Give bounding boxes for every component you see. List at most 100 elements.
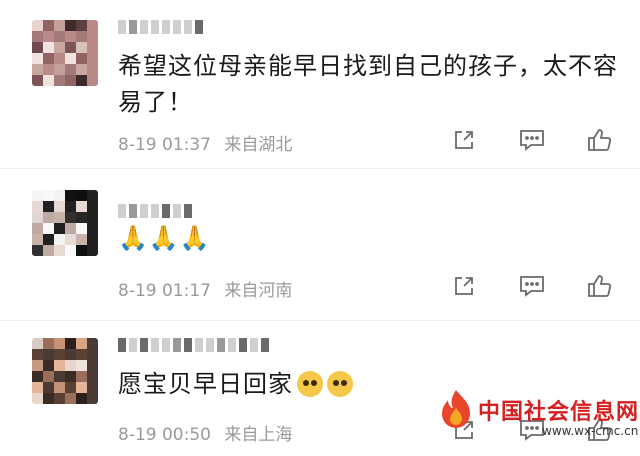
share-icon — [455, 131, 473, 149]
avatar-pixel — [54, 349, 65, 360]
avatar-pixel — [87, 20, 98, 31]
username-mosaic[interactable] — [118, 338, 269, 352]
avatar-pixel — [65, 338, 76, 349]
avatar-pixel — [54, 223, 65, 234]
comment-date: 8-19 00:50 — [118, 425, 211, 445]
avatar-pixel — [65, 64, 76, 75]
avatar-pixel — [76, 53, 87, 64]
avatar[interactable] — [32, 338, 98, 404]
avatar-pixel — [87, 382, 98, 393]
avatar-pixel — [43, 64, 54, 75]
avatar-pixel — [54, 382, 65, 393]
avatar-pixel — [54, 201, 65, 212]
comment-text: 希望这位母亲能早日找到自己的孩子，太不容 易了！ — [118, 52, 618, 116]
avatar[interactable] — [32, 20, 98, 86]
avatar-pixel — [32, 201, 43, 212]
avatar-pixel — [32, 64, 43, 75]
share-button[interactable] — [448, 124, 480, 156]
comment-button[interactable] — [516, 270, 548, 302]
comment-meta: 8-19 01:17 来自河南 — [118, 276, 300, 301]
username-mosaic[interactable] — [118, 204, 192, 218]
avatar-pixel — [54, 53, 65, 64]
comment-text: 愿宝贝早日回家 — [118, 366, 353, 402]
avatar-pixel — [87, 223, 98, 234]
avatar-pixel — [87, 371, 98, 382]
avatar-pixel — [32, 234, 43, 245]
avatar-pixel — [43, 201, 54, 212]
avatar-pixel — [54, 371, 65, 382]
comment-item: 希望这位母亲能早日找到自己的孩子，太不容 易了！ 8-19 01:37 来自湖北 — [0, 0, 640, 168]
thumbs-up-icon — [588, 275, 612, 297]
avatar-pixel — [43, 53, 54, 64]
avatar-pixel — [76, 245, 87, 256]
avatar-pixel — [87, 190, 98, 201]
avatar-pixel — [76, 349, 87, 360]
avatar-pixel — [54, 360, 65, 371]
avatar-pixel — [65, 234, 76, 245]
avatar-pixel — [76, 223, 87, 234]
avatar-pixel — [32, 393, 43, 404]
avatar-pixel — [65, 371, 76, 382]
avatar-pixel — [87, 53, 98, 64]
avatar-pixel — [54, 20, 65, 31]
like-button[interactable] — [584, 270, 616, 302]
comment-icon — [520, 130, 544, 151]
comment-meta: 8-19 01:37 来自湖北 — [118, 130, 300, 155]
avatar-pixel — [32, 382, 43, 393]
username-mosaic[interactable] — [118, 20, 203, 34]
avatar-pixel — [43, 338, 54, 349]
avatar-pixel — [43, 212, 54, 223]
comment-text: 🙏🙏🙏 — [118, 220, 211, 256]
comment-date: 8-19 01:17 — [118, 281, 211, 301]
avatar-pixel — [32, 53, 43, 64]
share-icon — [455, 277, 473, 295]
avatar-pixel — [65, 382, 76, 393]
avatar-pixel — [32, 223, 43, 234]
avatar-pixel — [65, 20, 76, 31]
comment-actions — [448, 270, 616, 302]
avatar-pixel — [65, 75, 76, 86]
avatar-pixel — [76, 75, 87, 86]
avatar-pixel — [87, 64, 98, 75]
avatar-pixel — [43, 245, 54, 256]
avatar-pixel — [87, 31, 98, 42]
watermark-url: www.wx-cmc.cn — [542, 424, 639, 438]
avatar[interactable] — [32, 190, 98, 256]
avatar-pixel — [76, 234, 87, 245]
avatar-pixel — [43, 190, 54, 201]
like-button[interactable] — [584, 124, 616, 156]
crying-face-icon — [297, 371, 323, 397]
avatar-pixel — [65, 31, 76, 42]
comment-location: 来自湖北 — [224, 135, 293, 155]
avatar-pixel — [43, 42, 54, 53]
comment-date: 8-19 01:37 — [118, 135, 211, 155]
avatar-pixel — [87, 360, 98, 371]
avatar-pixel — [54, 64, 65, 75]
avatar-pixel — [76, 371, 87, 382]
avatar-pixel — [32, 371, 43, 382]
avatar-pixel — [76, 382, 87, 393]
avatar-pixel — [65, 53, 76, 64]
avatar-pixel — [87, 245, 98, 256]
avatar-pixel — [43, 349, 54, 360]
thumbs-up-icon — [588, 129, 612, 151]
comment-actions — [448, 124, 616, 156]
avatar-pixel — [54, 190, 65, 201]
comment-button[interactable] — [516, 124, 548, 156]
avatar-pixel — [54, 393, 65, 404]
avatar-pixel — [54, 338, 65, 349]
avatar-pixel — [65, 349, 76, 360]
avatar-pixel — [76, 42, 87, 53]
avatar-pixel — [54, 234, 65, 245]
share-button[interactable] — [448, 270, 480, 302]
avatar-pixel — [32, 190, 43, 201]
avatar-pixel — [32, 42, 43, 53]
avatar-pixel — [87, 212, 98, 223]
avatar-pixel — [32, 20, 43, 31]
avatar-pixel — [76, 201, 87, 212]
avatar-pixel — [32, 338, 43, 349]
avatar-pixel — [32, 75, 43, 86]
avatar-pixel — [87, 42, 98, 53]
avatar-pixel — [76, 20, 87, 31]
avatar-pixel — [43, 223, 54, 234]
